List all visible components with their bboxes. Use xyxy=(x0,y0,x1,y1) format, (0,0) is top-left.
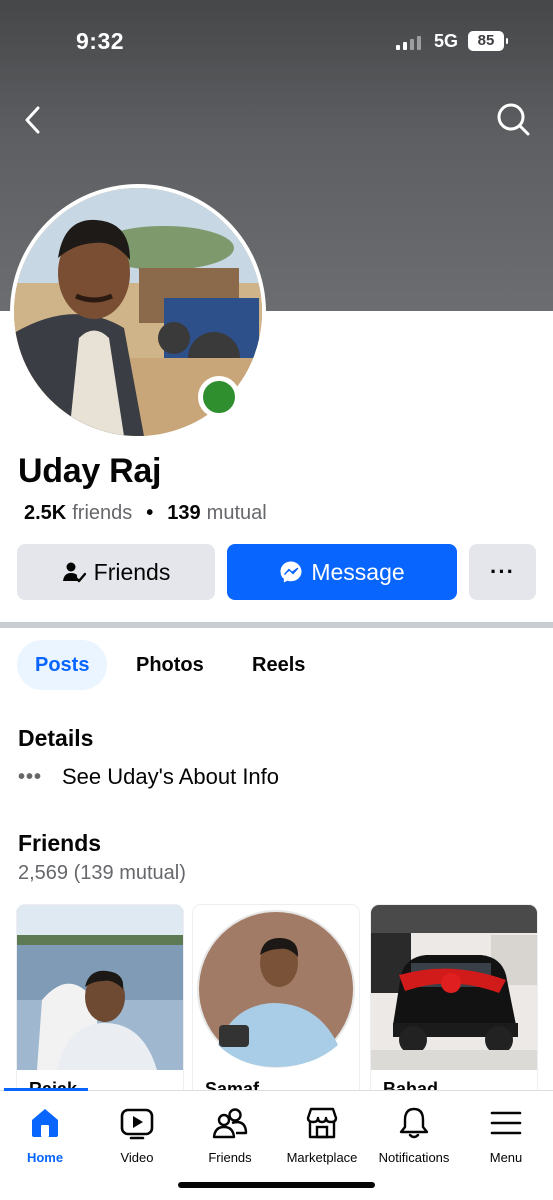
status-time: 9:32 xyxy=(76,28,125,54)
friends-heading: Friends xyxy=(18,830,102,856)
nav-marketplace-label: Marketplace xyxy=(286,1150,358,1165)
nav-home-label: Home xyxy=(26,1150,64,1165)
messenger-icon xyxy=(279,560,303,584)
mutual-word: mutual xyxy=(206,502,267,524)
nav-friends[interactable]: Friends xyxy=(184,1103,276,1165)
chevron-left-icon xyxy=(25,106,40,134)
back-button[interactable] xyxy=(18,102,50,138)
mutual-count: 139 xyxy=(167,502,201,524)
search-button[interactable] xyxy=(494,100,532,138)
tab-photos-label: Photos xyxy=(136,653,204,676)
friends-word: friends xyxy=(72,502,133,524)
friends-icon xyxy=(212,1103,248,1143)
bell-icon xyxy=(397,1103,431,1143)
details-heading: Details xyxy=(18,725,94,751)
status-bar: 9:32 5G 85 xyxy=(0,0,553,84)
friends-button[interactable]: Friends xyxy=(17,544,215,600)
home-icon xyxy=(28,1103,62,1143)
friend-card[interactable]: Bahad xyxy=(371,905,537,1105)
profile-name: Uday Raj xyxy=(18,452,162,490)
friends-button-label: Friends xyxy=(93,558,171,585)
friend-photo xyxy=(193,905,359,1070)
profile-stats: 2.5K friends • 139 mutual xyxy=(24,502,267,525)
tab-posts[interactable]: Posts xyxy=(17,640,108,690)
nav-marketplace[interactable]: Marketplace xyxy=(276,1103,368,1165)
friend-check-icon xyxy=(62,560,86,584)
more-options-button[interactable]: ··· xyxy=(469,544,536,600)
message-button-label: Message xyxy=(311,558,405,585)
about-info-link[interactable]: ••• See Uday's About Info xyxy=(18,764,279,790)
nav-notifications-label: Notifications xyxy=(378,1150,450,1165)
battery-level: 85 xyxy=(477,32,495,49)
online-status-dot xyxy=(198,376,240,418)
home-indicator xyxy=(178,1182,375,1188)
stats-separator: • xyxy=(146,502,154,524)
section-divider xyxy=(0,622,553,628)
tab-reels[interactable]: Reels xyxy=(234,640,323,690)
friend-photo xyxy=(371,905,537,1070)
battery-icon: 85 xyxy=(468,31,508,51)
friends-count-label: 2,569 (139 mutual) xyxy=(18,862,186,884)
marketplace-icon xyxy=(304,1103,340,1143)
nav-video-label: Video xyxy=(120,1150,154,1165)
nav-home[interactable]: Home xyxy=(0,1103,91,1165)
nav-menu[interactable]: Menu xyxy=(460,1103,552,1165)
nav-video[interactable]: Video xyxy=(91,1103,183,1165)
tab-photos[interactable]: Photos xyxy=(118,640,222,690)
more-dots-icon: ••• xyxy=(18,765,43,788)
nav-active-indicator xyxy=(4,1088,88,1091)
friends-count: 2.5K xyxy=(24,502,67,524)
friend-photo xyxy=(17,905,183,1070)
network-type: 5G xyxy=(434,31,459,51)
tab-reels-label: Reels xyxy=(252,653,306,676)
tab-posts-label: Posts xyxy=(35,653,90,676)
nav-notifications[interactable]: Notifications xyxy=(368,1103,460,1165)
signal-icon xyxy=(396,34,421,50)
menu-icon xyxy=(489,1103,523,1143)
about-info-label: See Uday's About Info xyxy=(62,764,280,789)
video-icon xyxy=(119,1103,155,1143)
more-options-label: ··· xyxy=(490,559,515,584)
message-button[interactable]: Message xyxy=(227,544,457,600)
friend-card[interactable]: Rajak xyxy=(17,905,183,1105)
search-icon xyxy=(497,103,530,136)
friend-card[interactable]: Samaf xyxy=(193,905,359,1105)
nav-friends-label: Friends xyxy=(208,1150,252,1165)
nav-menu-label: Menu xyxy=(489,1150,523,1165)
